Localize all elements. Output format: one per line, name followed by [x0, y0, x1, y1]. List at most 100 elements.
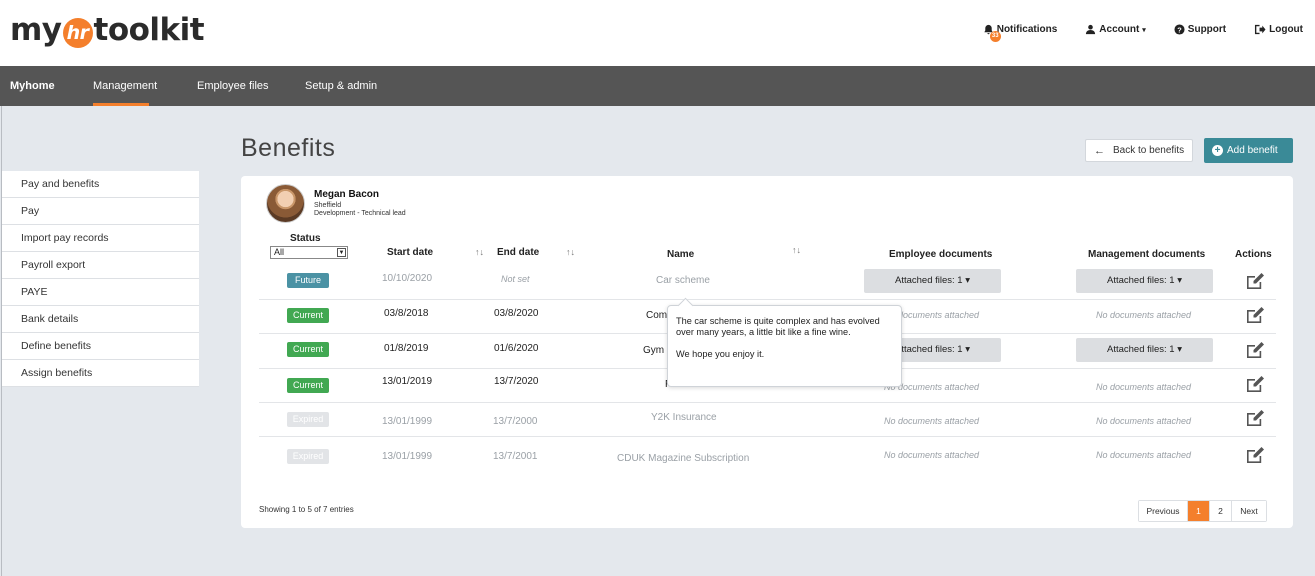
notifications-link[interactable]: 33 Notifications [983, 24, 1058, 42]
management-documents-cell: No documents attached [1096, 450, 1192, 460]
top-header: my hr toolkit 33 Notifications Account ▾ ?… [0, 0, 1315, 66]
start-date-cell: 13/01/2019 [382, 376, 433, 387]
logout-link[interactable]: Logout [1254, 24, 1303, 35]
pagination-next-button[interactable]: Next [1232, 501, 1266, 521]
benefit-name-cell[interactable]: Com [646, 310, 667, 321]
management-documents-cell: No documents attached [1096, 310, 1192, 320]
main-nav: Myhome Management Employee files Setup &… [0, 66, 1315, 106]
status-filter-select[interactable]: All ▼ [270, 246, 348, 259]
edit-icon[interactable] [1245, 446, 1265, 464]
management-documents-cell: No documents attached [1096, 382, 1192, 392]
arrow-left-icon: ← [1094, 144, 1105, 157]
plus-circle-icon: + [1212, 145, 1223, 156]
column-header-name[interactable]: Name [667, 249, 694, 260]
edit-icon[interactable] [1245, 409, 1265, 427]
status-badge: Future [287, 273, 329, 288]
status-badge: Current [287, 308, 329, 323]
logo-text-toolkit: toolkit [93, 12, 205, 48]
benefit-name-cell[interactable]: Y2K Insurance [651, 412, 717, 423]
support-link[interactable]: ? Support [1174, 24, 1226, 35]
top-links: 33 Notifications Account ▾ ? Support Log… [983, 24, 1303, 42]
user-icon [1086, 24, 1096, 35]
tooltip-text: The car scheme is quite complex and has … [676, 316, 880, 337]
edit-icon[interactable] [1245, 306, 1265, 324]
add-benefit-button[interactable]: + Add benefit [1204, 138, 1293, 163]
sort-arrows-icon[interactable]: ↑↓ [566, 247, 575, 257]
end-date-cell: 03/8/2020 [494, 308, 539, 319]
row-divider [259, 299, 1276, 300]
benefit-name-cell[interactable]: CDUK Magazine Subscription [617, 453, 749, 464]
nav-item-management[interactable]: Management [93, 66, 157, 106]
sidebar-item-paye[interactable]: PAYE [2, 279, 199, 306]
pagination-page-2[interactable]: 2 [1210, 501, 1232, 521]
end-date-cell: 13/7/2001 [493, 451, 538, 462]
column-header-management-documents: Management documents [1088, 249, 1206, 260]
back-button-label: Back to benefits [1113, 145, 1185, 156]
entries-info: Showing 1 to 5 of 7 entries [259, 505, 354, 514]
management-attached-files-dropdown[interactable]: Attached files: 1 ▾ [1076, 269, 1213, 293]
column-header-employee-documents: Employee documents [889, 249, 993, 260]
column-header-start-date[interactable]: Start date [387, 247, 433, 258]
start-date-cell: 01/8/2019 [384, 343, 429, 354]
column-header-end-date[interactable]: End date [497, 247, 539, 258]
management-attached-files-dropdown[interactable]: Attached files: 1 ▾ [1076, 338, 1213, 362]
sidebar-item-import-pay-records[interactable]: Import pay records [2, 225, 199, 252]
status-badge: Expired [287, 449, 329, 464]
nav-item-myhome[interactable]: Myhome [10, 66, 55, 106]
benefit-description-tooltip: The car scheme is quite complex and has … [667, 305, 902, 387]
nav-item-employee-files[interactable]: Employee files [197, 66, 269, 106]
logout-label: Logout [1269, 24, 1303, 35]
support-label: Support [1187, 24, 1227, 35]
tooltip-text: We hope you enjoy it. [676, 349, 765, 359]
row-divider [259, 436, 1276, 437]
edit-icon[interactable] [1245, 272, 1265, 290]
employee-location: Sheffield [314, 202, 342, 209]
sidebar-item-bank-details[interactable]: Bank details [2, 306, 199, 333]
sidebar-item-assign-benefits[interactable]: Assign benefits [2, 360, 199, 387]
back-to-benefits-button[interactable]: ← Back to benefits [1085, 139, 1193, 162]
employee-documents-cell: No documents attached [884, 450, 980, 460]
logout-icon [1255, 24, 1266, 35]
edit-icon[interactable] [1245, 341, 1265, 359]
account-menu[interactable]: Account ▾ [1085, 24, 1146, 35]
sort-arrows-icon[interactable]: ↑↓ [792, 245, 801, 255]
avatar [266, 184, 305, 223]
pagination-page-1[interactable]: 1 [1188, 501, 1210, 521]
page-title: Benefits [241, 134, 336, 162]
svg-text:?: ? [1177, 25, 1182, 34]
sidebar-item-pay[interactable]: Pay [2, 198, 199, 225]
nav-item-setup-admin[interactable]: Setup & admin [305, 66, 377, 106]
pagination: Previous 1 2 Next [1138, 500, 1267, 522]
employee-role: Development - Technical lead [314, 210, 406, 217]
benefit-name-cell[interactable]: Gym [643, 345, 664, 356]
status-filter-value: All [274, 247, 285, 257]
start-date-cell: 10/10/2020 [382, 273, 433, 284]
notifications-count-badge: 33 [989, 31, 1001, 42]
sidebar-item-payroll-export[interactable]: Payroll export [2, 252, 199, 279]
row-divider [259, 402, 1276, 403]
mytoolkit-logo[interactable]: my hr toolkit [10, 12, 205, 48]
chevron-down-icon: ▼ [337, 248, 346, 257]
sort-arrows-icon[interactable]: ↑↓ [475, 247, 484, 257]
notifications-label: Notifications [996, 24, 1058, 35]
edit-icon[interactable] [1245, 375, 1265, 393]
start-date-cell: 13/01/1999 [382, 451, 433, 462]
sidebar-item-pay-and-benefits[interactable]: Pay and benefits [2, 171, 199, 198]
employee-attached-files-dropdown[interactable]: Attached files: 1 ▾ [864, 269, 1001, 293]
column-header-actions: Actions [1235, 249, 1272, 260]
employee-name[interactable]: Megan Bacon [314, 189, 379, 200]
management-documents-cell: No documents attached [1096, 416, 1192, 426]
account-label: Account [1099, 24, 1140, 35]
employee-documents-cell: No documents attached [884, 416, 980, 426]
pagination-previous-button[interactable]: Previous [1139, 501, 1188, 521]
status-badge: Current [287, 378, 329, 393]
end-date-cell: 13/7/2020 [494, 376, 539, 387]
benefit-name-cell[interactable]: Car scheme [656, 275, 710, 286]
end-date-cell: 13/7/2000 [493, 416, 538, 427]
status-badge: Expired [287, 412, 329, 427]
start-date-cell: 13/01/1999 [382, 416, 433, 427]
logo-hr-mark: hr [62, 18, 93, 48]
sidebar-menu: Pay and benefits Pay Import pay records … [2, 171, 199, 387]
question-circle-icon: ? [1174, 24, 1185, 35]
sidebar-item-define-benefits[interactable]: Define benefits [2, 333, 199, 360]
